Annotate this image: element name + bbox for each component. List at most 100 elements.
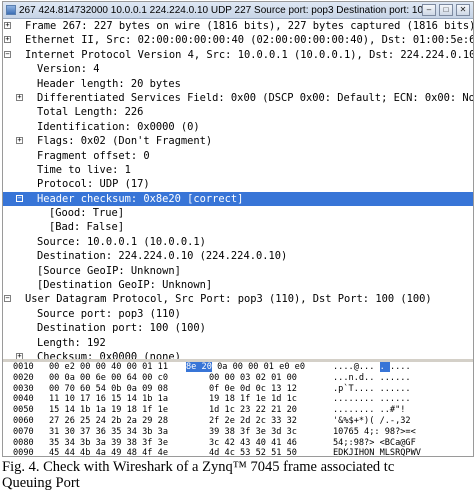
hex-row: 0050 15 14 1b 1a 19 18 1f 1e 1d 1c 23 22 2… (3, 405, 473, 416)
hex-bytes-first-half[interactable]: 27 26 25 24 2b 2a 29 28 (49, 416, 168, 427)
tree-row-label: Fragment offset: 0 (37, 149, 150, 162)
wireshark-app-icon (6, 5, 16, 15)
tree-row-selected[interactable]: − Header checksum: 0x8e20 [correct] (3, 191, 473, 207)
tree-row[interactable]: Identification: 0x0000 (0) (3, 120, 473, 134)
hex-bytes[interactable]: 0f 0e 0d 0c 13 12 (209, 384, 297, 394)
tree-row[interactable]: Length: 192 (3, 336, 473, 350)
hex-ascii[interactable]: ...n.d.. ...... (333, 373, 411, 384)
tree-row[interactable]: Header length: 20 bytes (3, 77, 473, 91)
tree-row[interactable]: Total Length: 226 (3, 105, 473, 119)
hex-bytes-second-half[interactable]: 00 00 03 02 01 00 (209, 373, 297, 384)
hex-bytes-first-half[interactable]: 35 34 3b 3a 39 38 3f 3e (49, 438, 168, 449)
hex-ascii[interactable]: ....@... . .... (333, 362, 411, 373)
hex-ascii[interactable]: ........ ..#"! (333, 405, 405, 416)
hex-bytes[interactable]: 4d 4c 53 52 51 50 (209, 448, 297, 456)
hex-ascii[interactable]: .p`T.... ...... (333, 384, 411, 395)
hex-bytes[interactable]: 39 38 3f 3e 3d 3c (209, 427, 297, 437)
hex-ascii[interactable]: 54;:98?> <BCa@GF (333, 438, 416, 449)
hex-ascii-text: EDKJIHON MLSRQPWV (333, 448, 421, 456)
hex-bytes-second-half[interactable]: 4d 4c 53 52 51 50 (209, 448, 297, 456)
tree-row[interactable]: [Bad: False] (3, 220, 473, 234)
expand-icon[interactable]: + (4, 36, 11, 44)
hex-highlighted-bytes[interactable]: 8e 20 (186, 362, 212, 372)
expand-icon[interactable]: + (16, 137, 23, 145)
hex-row: 0040 11 10 17 16 15 14 1b 1a 19 18 1f 1e 1… (3, 394, 473, 405)
hex-bytes-second-half[interactable]: 39 38 3f 3e 3d 3c (209, 427, 297, 438)
hex-ascii[interactable]: '&%$+*)( /.-,32 (333, 416, 411, 427)
tree-row-label: Ethernet II, Src: 02:00:00:00:00:40 (02:… (25, 34, 473, 47)
window-title: 267 424.814732000 10.0.0.1 224.224.0.10 … (19, 4, 422, 16)
maximize-button[interactable]: □ (439, 4, 453, 16)
tree-row-label: Checksum: 0x0000 (none) (37, 350, 181, 362)
hex-ascii[interactable]: EDKJIHON MLSRQPWV (333, 448, 421, 456)
hex-bytes-first-half[interactable]: 00 0a 00 6e 00 64 00 c0 (49, 373, 168, 384)
tree-row[interactable]: Fragment offset: 0 (3, 149, 473, 163)
collapse-icon[interactable]: − (4, 50, 11, 58)
hex-offset: 0090 (13, 448, 34, 456)
tree-row[interactable]: Version: 4 (3, 62, 473, 76)
hex-row: 0070 31 30 37 36 35 34 3b 3a 39 38 3f 3e 3… (3, 427, 473, 438)
tree-row[interactable]: Source port: pop3 (110) (3, 307, 473, 321)
tree-row-label: Source port: pop3 (110) (37, 307, 181, 320)
hex-bytes-second-half[interactable]: 0f 0e 0d 0c 13 12 (209, 384, 297, 395)
hex-bytes-first-half[interactable]: 15 14 1b 1a 19 18 1f 1e (49, 405, 168, 416)
hex-row: 0060 27 26 25 24 2b 2a 29 28 2f 2e 2d 2c 3… (3, 416, 473, 427)
tree-row[interactable]: Destination port: 100 (100) (3, 321, 473, 335)
hex-bytes-first-half[interactable]: 11 10 17 16 15 14 1b 1a (49, 394, 168, 405)
tree-row[interactable]: Time to live: 1 (3, 163, 473, 177)
tree-row[interactable]: − User Datagram Protocol, Src Port: pop3 … (3, 292, 473, 306)
tree-row[interactable]: Protocol: UDP (17) (3, 177, 473, 191)
hex-bytes[interactable]: 00 00 03 02 01 00 (209, 373, 297, 383)
collapse-icon[interactable]: − (16, 194, 23, 202)
hex-ascii[interactable]: 10765 4;: 98?>=< (333, 427, 416, 438)
tree-row[interactable]: [Destination GeoIP: Unknown] (3, 278, 473, 292)
hex-row: 0010 00 e2 00 00 40 00 01 11 8e 20 0a 00 0… (3, 362, 473, 373)
tree-row-label: Frame 267: 227 bytes on wire (1816 bits)… (25, 20, 473, 32)
tree-row[interactable]: [Good: True] (3, 206, 473, 220)
tree-row-label: Identification: 0x0000 (0) (37, 120, 200, 133)
collapse-icon[interactable]: − (4, 295, 11, 303)
hex-bytes-second-half[interactable]: 19 18 1f 1e 1d 1c (209, 394, 297, 405)
tree-row-label: Differentiated Services Field: 0x00 (DSC… (37, 91, 473, 104)
tree-row[interactable]: + Checksum: 0x0000 (none) (3, 350, 473, 362)
tree-row[interactable]: Source: 10.0.0.1 (10.0.0.1) (3, 235, 473, 249)
tree-row-label: Source: 10.0.0.1 (10.0.0.1) (37, 235, 206, 248)
hex-row: 0020 00 0a 00 6e 00 64 00 c0 00 00 03 02 0… (3, 373, 473, 384)
caption-line-1: Fig. 4. Check with Wireshark of a Zynq™ … (2, 459, 395, 475)
hex-bytes[interactable]: 19 18 1f 1e 1d 1c (209, 394, 297, 404)
hex-bytes[interactable]: 3c 42 43 40 41 46 (209, 438, 297, 448)
hex-ascii[interactable]: ........ ...... (333, 394, 411, 405)
hex-bytes[interactable]: 1d 1c 23 22 21 20 (209, 405, 297, 415)
hex-bytes-second-half[interactable]: 8e 20 0a 00 00 01 e0 e0 (186, 362, 305, 373)
hex-bytes-second-half[interactable]: 2f 2e 2d 2c 33 32 (209, 416, 297, 427)
tree-row[interactable]: + Frame 267: 227 bytes on wire (1816 bits… (3, 19, 473, 33)
expand-icon[interactable]: + (16, 352, 23, 359)
tree-row[interactable]: + Differentiated Services Field: 0x00 (DS… (3, 91, 473, 105)
tree-row-label: Total Length: 226 (37, 106, 144, 119)
tree-row[interactable]: + Flags: 0x02 (Don't Fragment) (3, 134, 473, 148)
tree-row[interactable]: Destination: 224.224.0.10 (224.224.0.10) (3, 249, 473, 263)
tree-row-label: Header checksum: 0x8e20 [correct] (37, 192, 244, 205)
packet-details-tree[interactable]: + Frame 267: 227 bytes on wire (1816 bits… (3, 19, 473, 362)
hex-bytes-second-half[interactable]: 1d 1c 23 22 21 20 (209, 405, 297, 416)
hex-bytes-second-half[interactable]: 3c 42 43 40 41 46 (209, 438, 297, 449)
caption-line-2: Queuing Port (2, 475, 80, 491)
hex-bytes-first-half[interactable]: 45 44 4b 4a 49 48 4f 4e (49, 448, 168, 456)
tree-row[interactable]: [Source GeoIP: Unknown] (3, 264, 473, 278)
hex-bytes-first-half[interactable]: 00 70 60 54 0b 0a 09 08 (49, 384, 168, 395)
tree-row-label: Protocol: UDP (17) (37, 178, 150, 191)
close-button[interactable]: ✕ (456, 4, 470, 16)
packet-bytes-pane[interactable]: 0010 00 e2 00 00 40 00 01 11 8e 20 0a 00 0… (3, 362, 473, 456)
hex-bytes-first-half[interactable]: 31 30 37 36 35 34 3b 3a (49, 427, 168, 438)
hex-bytes[interactable]: 2f 2e 2d 2c 33 32 (209, 416, 297, 426)
expand-icon[interactable]: + (4, 22, 11, 29)
expand-icon[interactable]: + (16, 93, 23, 101)
tree-row-label: Flags: 0x02 (Don't Fragment) (37, 135, 213, 148)
hex-bytes-first-half[interactable]: 00 e2 00 00 40 00 01 11 (49, 362, 168, 373)
tree-row[interactable]: + Ethernet II, Src: 02:00:00:00:00:40 (02… (3, 33, 473, 47)
tree-row-label: [Source GeoIP: Unknown] (37, 264, 181, 277)
tree-row[interactable]: − Internet Protocol Version 4, Src: 10.0.… (3, 48, 473, 62)
minimize-button[interactable]: – (422, 4, 436, 16)
hex-ascii-highlight: . (379, 362, 390, 372)
hex-bytes[interactable]: 0a 00 00 01 e0 e0 (217, 362, 305, 372)
